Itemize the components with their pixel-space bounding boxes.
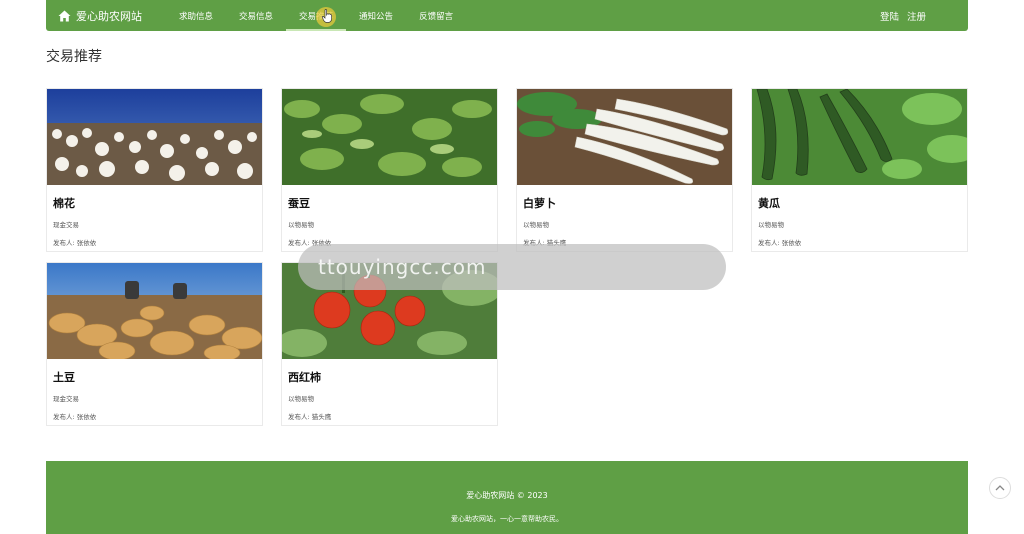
back-to-top-button[interactable] — [989, 477, 1011, 499]
product-name: 蚕豆 — [288, 197, 310, 210]
home-icon — [58, 10, 71, 21]
publisher: 发布人: 猫头鹰 — [288, 413, 332, 421]
auth-links: 登陆 注册 — [880, 9, 926, 23]
footer-slogan: 爱心助农网站，一心一意帮助农民。 — [451, 515, 563, 523]
footer: 爱心助农网站 © 2023 爱心助农网站，一心一意帮助农民。 — [46, 461, 968, 534]
product-image-cucumber — [752, 89, 967, 185]
nav-item-notices[interactable]: 通知公告 — [346, 0, 406, 31]
publisher: 发布人: 张依依 — [53, 239, 97, 247]
product-card-cucumber[interactable]: 黄瓜 以物易物 发布人: 张依依 — [751, 88, 968, 252]
product-card-broad-bean[interactable]: 蚕豆 以物易物 发布人: 张依依 — [281, 88, 498, 252]
footer-copyright: 爱心助农网站 © 2023 — [466, 491, 548, 500]
product-name: 黄瓜 — [758, 197, 780, 210]
product-card-cotton[interactable]: 棉花 现金交易 发布人: 张依依 — [46, 88, 263, 252]
product-card-white-radish[interactable]: 白萝卜 以物易物 发布人: 猫头鹰 — [516, 88, 733, 252]
trade-type: 现金交易 — [53, 221, 79, 229]
product-name: 棉花 — [53, 197, 75, 210]
login-link[interactable]: 登陆 — [880, 9, 899, 23]
publisher: 发布人: 张依依 — [758, 239, 802, 247]
nav-item-feedback[interactable]: 反馈留言 — [406, 0, 466, 31]
product-card-potato[interactable]: 土豆 现金交易 发布人: 张依依 — [46, 262, 263, 426]
chevron-up-icon — [995, 485, 1005, 491]
product-image-broad-bean — [282, 89, 497, 185]
product-name: 西红柿 — [288, 371, 321, 384]
trade-type: 以物易物 — [288, 395, 314, 403]
trade-type: 以物易物 — [523, 221, 549, 229]
hand-cursor-icon — [322, 9, 332, 23]
trade-type: 以物易物 — [758, 221, 784, 229]
nav-item-help-info[interactable]: 求助信息 — [166, 0, 226, 31]
product-image-cotton — [47, 89, 262, 185]
trade-type: 以物易物 — [288, 221, 314, 229]
top-navbar: 爱心助农网站 求助信息 交易信息 交易推荐 通知公告 反馈留言 登陆 注册 — [46, 0, 968, 31]
product-image-potato — [47, 263, 262, 359]
brand-name: 爱心助农网站 — [76, 9, 142, 23]
section-title: 交易推荐 — [46, 49, 102, 65]
nav-item-trade-info[interactable]: 交易信息 — [226, 0, 286, 31]
publisher: 发布人: 张依依 — [53, 413, 97, 421]
product-image-white-radish — [517, 89, 732, 185]
watermark-overlay: ttouyingcc.com — [298, 244, 726, 290]
product-name: 白萝卜 — [523, 197, 556, 210]
brand-link[interactable]: 爱心助农网站 — [58, 8, 142, 24]
product-name: 土豆 — [53, 371, 75, 384]
trade-type: 现金交易 — [53, 395, 79, 403]
register-link[interactable]: 注册 — [907, 9, 926, 23]
